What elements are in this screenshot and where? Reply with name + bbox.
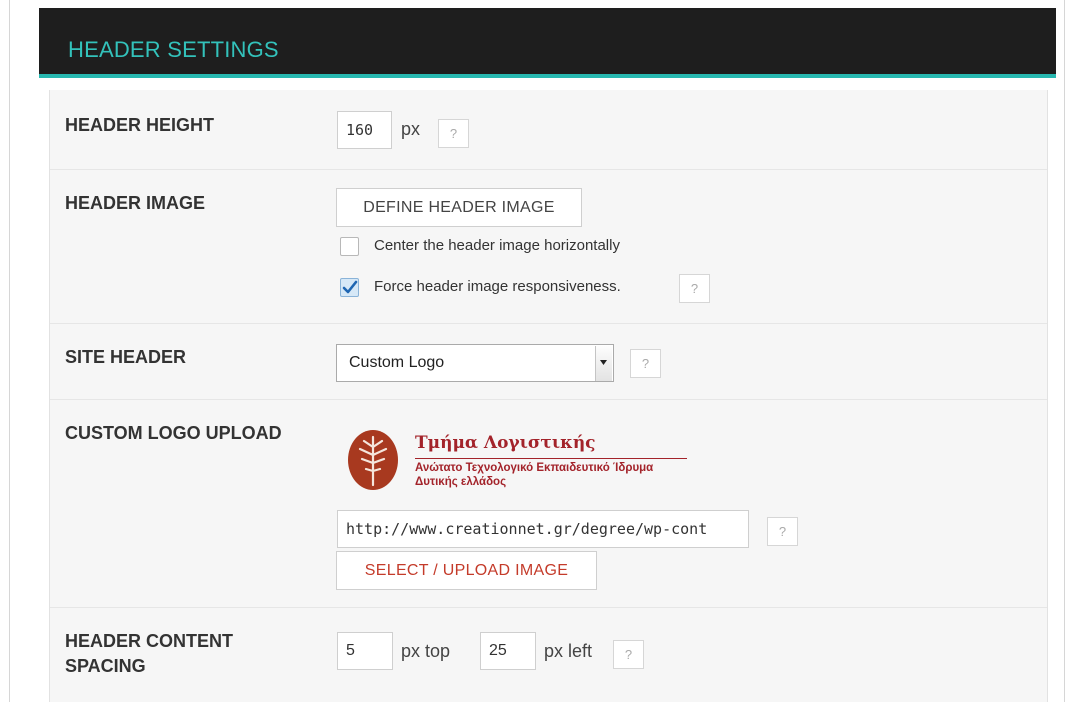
header-image-help-button[interactable]: ? <box>679 274 710 303</box>
content-spacing-help-button[interactable]: ? <box>613 640 644 669</box>
institution-emblem-icon <box>348 430 398 490</box>
header-image-row: HEADER IMAGE DEFINE HEADER IMAGE Center … <box>50 170 1047 324</box>
header-height-label: HEADER HEIGHT <box>65 115 215 135</box>
center-image-checkbox[interactable] <box>340 237 359 256</box>
responsive-image-label: Force header image responsiveness. <box>374 278 621 295</box>
panel-header: HEADER SETTINGS <box>39 8 1056 78</box>
responsive-image-checkbox[interactable] <box>340 278 359 297</box>
site-header-select[interactable]: Custom Logo <box>336 344 614 382</box>
site-header-row: SITE HEADER Custom Logo ? <box>50 324 1047 400</box>
custom-logo-preview: Τμήμα Λογιστικής Ανώτατο Τεχνολογικό Εκπ… <box>347 429 697 495</box>
select-upload-image-button[interactable]: SELECT / UPLOAD IMAGE <box>336 551 597 590</box>
spacing-top-unit: px top <box>401 641 451 661</box>
header-height-row: HEADER HEIGHT 160 px ? <box>50 90 1047 170</box>
spacing-top-input[interactable]: 5 <box>337 632 393 670</box>
center-image-label: Center the header image horizontally <box>374 237 620 254</box>
logo-url-input[interactable]: http://www.creationnet.gr/degree/wp-cont <box>337 510 749 548</box>
checkmark-icon <box>342 280 358 294</box>
site-header-help-button[interactable]: ? <box>630 349 661 378</box>
header-content-spacing-label: HEADER CONTENT SPACING <box>65 631 234 676</box>
window-border-left <box>9 0 10 702</box>
site-header-label: SITE HEADER <box>65 347 187 367</box>
panel-title: HEADER SETTINGS <box>68 37 279 62</box>
header-height-help-button[interactable]: ? <box>438 119 469 148</box>
custom-logo-help-button[interactable]: ? <box>767 517 798 546</box>
header-image-label: HEADER IMAGE <box>65 193 206 213</box>
window-border-right <box>1064 0 1065 702</box>
site-header-selected-value: Custom Logo <box>349 354 445 371</box>
define-header-image-button[interactable]: DEFINE HEADER IMAGE <box>336 188 582 227</box>
logo-subtitle-2: Δυτικής ελλάδος <box>415 476 507 488</box>
custom-logo-label: CUSTOM LOGO UPLOAD <box>65 423 282 443</box>
header-content-spacing-row: HEADER CONTENT SPACING 5 px top 25 px le… <box>50 608 1047 702</box>
logo-subtitle-1: Ανώτατο Τεχνολογικό Εκπαιδευτικό Ίδρυμα <box>415 462 654 474</box>
logo-name: Τμήμα Λογιστικής <box>415 433 596 453</box>
logo-divider <box>415 458 687 459</box>
header-height-input[interactable]: 160 <box>337 111 392 149</box>
chevron-down-icon[interactable] <box>595 346 612 381</box>
settings-body: HEADER HEIGHT 160 px ? HEADER IMAGE DEFI… <box>49 90 1048 702</box>
spacing-left-input[interactable]: 25 <box>480 632 536 670</box>
header-height-unit: px <box>401 119 421 139</box>
spacing-left-unit: px left <box>544 641 593 661</box>
